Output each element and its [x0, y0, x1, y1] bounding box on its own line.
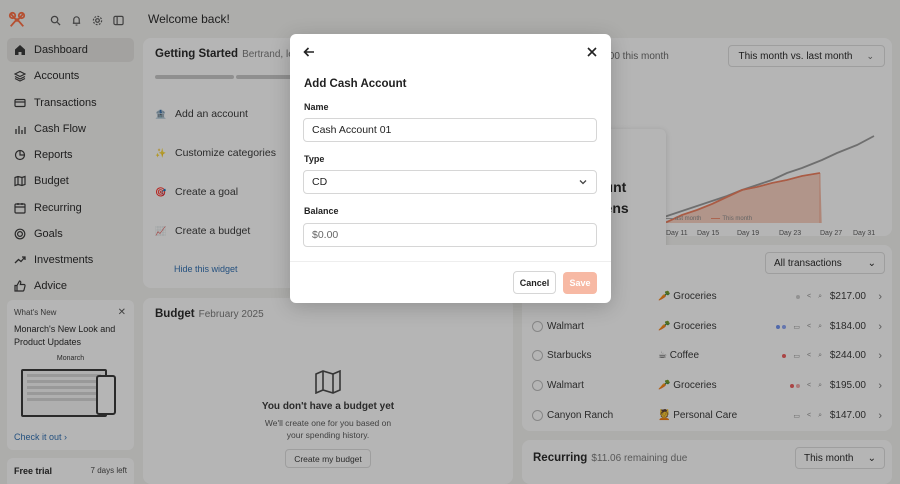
- chevron-down-icon: [579, 180, 587, 185]
- modal-divider: [290, 261, 611, 262]
- save-button[interactable]: Save: [563, 272, 597, 294]
- close-icon[interactable]: [586, 46, 598, 58]
- type-label: Type: [304, 154, 325, 164]
- type-value: CD: [312, 176, 328, 188]
- cancel-button[interactable]: Cancel: [513, 271, 556, 294]
- name-label: Name: [304, 102, 329, 112]
- type-select[interactable]: CD: [303, 170, 597, 194]
- balance-label: Balance: [304, 206, 339, 216]
- back-arrow-icon[interactable]: [303, 46, 315, 58]
- add-cash-account-modal: Add Cash Account Name Cash Account 01 Ty…: [290, 34, 611, 303]
- balance-field[interactable]: $0.00: [303, 223, 597, 247]
- name-field[interactable]: Cash Account 01: [303, 118, 597, 142]
- modal-title: Add Cash Account: [304, 78, 407, 90]
